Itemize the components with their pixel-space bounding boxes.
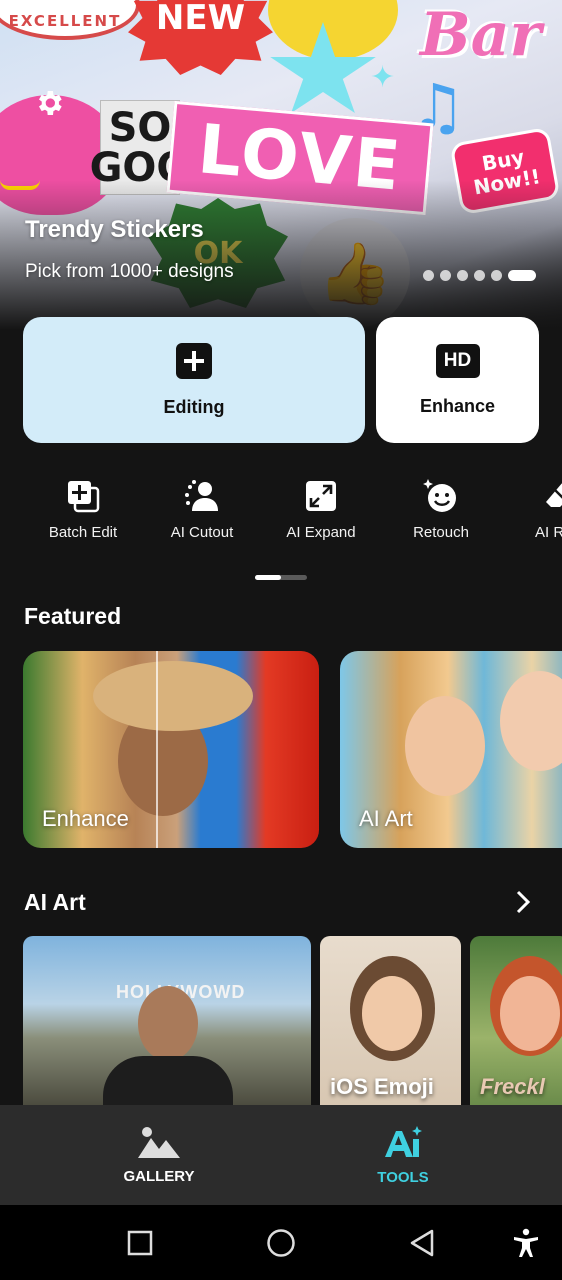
hero-title: Trendy Stickers	[25, 216, 204, 243]
hero-subtitle: Pick from 1000+ designs	[25, 261, 234, 282]
tool-retouch[interactable]: Retouch	[381, 478, 501, 541]
accessibility-icon[interactable]	[506, 1223, 546, 1263]
tools-page-indicator	[255, 575, 307, 580]
hat-image	[93, 661, 253, 731]
barbie-sticker: Bar	[420, 0, 542, 70]
editing-label: Editing	[163, 396, 225, 417]
ai-art-card-label: Freckl	[480, 1074, 545, 1099]
featured-card-ai-art[interactable]: AI Art	[340, 651, 562, 848]
editing-button[interactable]: Editing	[23, 317, 365, 443]
nav-tools[interactable]: TOOLS	[333, 1105, 473, 1205]
plus-square-icon	[176, 342, 212, 379]
featured-card-label: Enhance	[42, 806, 129, 831]
hero-fade	[0, 180, 562, 330]
featured-card-label: AI Art	[359, 806, 413, 831]
so-good-line1: SO	[108, 104, 172, 151]
tool-ai-remove[interactable]: AI Rem	[500, 478, 562, 541]
hero-banner[interactable]: EXCELLENT NEW ✦ ♫ Bar SO GOO LOVE Buy No…	[0, 0, 562, 330]
tool-label: Batch Edit	[48, 524, 118, 541]
gear-icon[interactable]	[32, 86, 66, 120]
carousel-dot	[491, 270, 502, 281]
bottom-nav: GALLERY TOOLS	[0, 1105, 562, 1205]
excellent-sticker: EXCELLENT	[0, 0, 140, 40]
face-image	[362, 976, 422, 1051]
carousel-dot	[457, 270, 468, 281]
ai-art-title: AI Art	[24, 889, 86, 915]
home-icon[interactable]	[261, 1223, 301, 1263]
tools-row[interactable]: Batch Edit AI Cutout AI Expand Retouch A…	[0, 478, 562, 548]
ai-art-card-hollywood[interactable]: HOLLYWOWD	[23, 936, 311, 1106]
system-nav-bar	[0, 1205, 562, 1280]
carousel-dot	[440, 270, 451, 281]
tool-batch-edit[interactable]: Batch Edit	[23, 478, 143, 541]
featured-card-enhance[interactable]: Enhance	[23, 651, 319, 848]
nav-gallery[interactable]: GALLERY	[89, 1105, 229, 1205]
featured-title: Featured	[24, 603, 122, 629]
recents-icon[interactable]	[120, 1223, 160, 1263]
tool-label: Retouch	[413, 524, 469, 541]
new-sticker: NEW	[128, 0, 273, 75]
carousel-indicator	[423, 270, 536, 281]
batch-edit-icon	[65, 478, 101, 514]
carousel-dot	[474, 270, 485, 281]
tool-label: AI Cutout	[170, 524, 234, 541]
carousel-dot-active	[508, 270, 536, 281]
ai-art-card-freckles[interactable]: Freckl	[470, 936, 562, 1106]
tool-label: AI Expand	[286, 524, 356, 541]
page-indicator-active	[255, 575, 281, 580]
tool-ai-cutout[interactable]: AI Cutout	[142, 478, 262, 541]
nav-tools-label: TOOLS	[377, 1168, 429, 1186]
eraser-icon	[542, 478, 562, 514]
portrait-image	[405, 696, 485, 796]
chevron-right-icon[interactable]	[510, 888, 536, 916]
back-icon[interactable]	[402, 1223, 442, 1263]
shirt-image	[103, 1056, 233, 1106]
tool-ai-expand[interactable]: AI Expand	[261, 478, 381, 541]
hd-icon: HD	[435, 343, 480, 378]
portrait-image	[138, 986, 198, 1061]
ai-art-card-ios-emoji[interactable]: iOS Emoji	[320, 936, 461, 1106]
ai-art-card-label: iOS Emoji	[330, 1074, 434, 1099]
nav-gallery-label: GALLERY	[123, 1167, 195, 1185]
ai-expand-icon	[303, 478, 339, 514]
ai-tools-icon	[385, 1125, 422, 1157]
tool-label: AI Rem	[534, 524, 562, 541]
portrait-image	[500, 671, 562, 771]
face-image	[500, 976, 560, 1051]
enhance-label: Enhance	[419, 395, 496, 416]
sparkle-sticker: ✦	[370, 60, 396, 95]
carousel-dot	[423, 270, 434, 281]
retouch-icon	[423, 478, 459, 514]
compare-divider	[156, 651, 158, 848]
enhance-button[interactable]: HD Enhance	[376, 317, 539, 443]
gallery-icon	[138, 1126, 180, 1158]
ai-cutout-icon	[184, 478, 220, 514]
